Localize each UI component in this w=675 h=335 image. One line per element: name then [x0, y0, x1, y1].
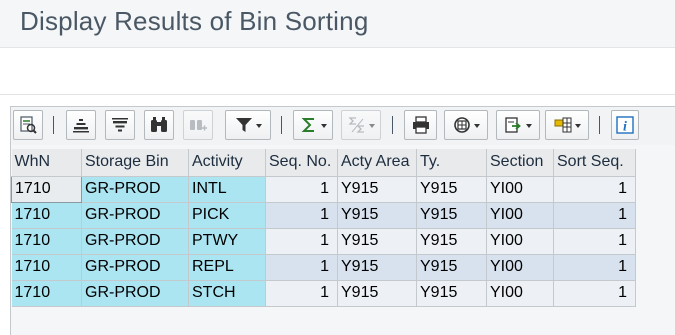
export-button[interactable]: [496, 110, 540, 140]
cell-seq-no[interactable]: 1: [265, 228, 338, 255]
column-header-section[interactable]: Section: [486, 149, 554, 177]
table-row[interactable]: 1710 GR-PROD INTL 1 Y915 Y915 YI00 1: [11, 175, 636, 203]
cell-ty[interactable]: Y915: [416, 202, 487, 229]
details-icon: [20, 116, 37, 134]
svg-text:i: i: [623, 120, 627, 135]
cell-acty-area[interactable]: Y915: [337, 228, 417, 255]
cell-sort-seq[interactable]: 1: [553, 176, 636, 203]
subtotal-button[interactable]: [341, 110, 381, 140]
column-header-activity[interactable]: Activity: [188, 149, 266, 177]
chevron-down-icon: [321, 124, 327, 128]
cell-ty[interactable]: Y915: [416, 176, 487, 203]
cell-section[interactable]: YI00: [486, 202, 554, 229]
cell-sort-seq[interactable]: 1: [553, 202, 636, 229]
chevron-down-icon: [575, 124, 581, 128]
application-toolbar-area: [0, 49, 675, 95]
toolbar-separator: [281, 116, 282, 134]
cell-acty-area[interactable]: Y915: [337, 176, 417, 203]
details-button[interactable]: [13, 110, 43, 140]
table-row[interactable]: 1710 GR-PROD REPL 1 Y915 Y915 YI00 1: [11, 254, 636, 281]
find-button[interactable]: [144, 110, 174, 140]
cell-storage-bin[interactable]: GR-PROD: [81, 280, 189, 307]
cell-section[interactable]: YI00: [486, 176, 554, 203]
sort-descending-button[interactable]: [105, 110, 135, 140]
column-header-sort-seq[interactable]: Sort Seq.: [553, 149, 636, 177]
cell-whn[interactable]: 1710: [11, 228, 82, 255]
cell-section[interactable]: YI00: [486, 280, 554, 307]
cell-acty-area[interactable]: Y915: [337, 202, 417, 229]
find-next-button[interactable]: [183, 110, 213, 140]
cell-whn[interactable]: 1710: [11, 280, 82, 307]
results-table: WhN Storage Bin Activity Seq. No. Acty A…: [11, 149, 636, 307]
cell-activity[interactable]: STCH: [188, 280, 266, 307]
column-header-acty-area[interactable]: Acty Area: [337, 149, 417, 177]
cell-activity[interactable]: PICK: [188, 202, 266, 229]
views-icon: [454, 117, 470, 133]
column-header-seq-no[interactable]: Seq. No.: [265, 149, 338, 177]
cell-section[interactable]: YI00: [486, 228, 554, 255]
total-button[interactable]: [293, 110, 333, 140]
cell-activity[interactable]: REPL: [188, 254, 266, 281]
layout-icon: [554, 117, 572, 133]
column-header-ty[interactable]: Ty.: [416, 149, 487, 177]
filter-button[interactable]: [225, 110, 271, 140]
info-button[interactable]: i: [611, 110, 639, 140]
cell-sort-seq[interactable]: 1: [553, 254, 636, 281]
sort-ascending-button[interactable]: [66, 110, 96, 140]
cell-activity[interactable]: INTL: [188, 176, 266, 203]
binoculars-icon: [151, 117, 167, 132]
sigma-icon: [301, 118, 314, 132]
cell-acty-area[interactable]: Y915: [337, 280, 417, 307]
cell-ty[interactable]: Y915: [416, 228, 487, 255]
cell-activity[interactable]: PTWY: [188, 228, 266, 255]
cell-storage-bin[interactable]: GR-PROD: [81, 176, 189, 203]
cell-section[interactable]: YI00: [486, 254, 554, 281]
cell-seq-no[interactable]: 1: [265, 254, 338, 281]
cell-whn[interactable]: 1710: [11, 254, 82, 281]
table-row[interactable]: 1710 GR-PROD STCH 1 Y915 Y915 YI00 1: [11, 280, 636, 307]
filter-icon: [236, 118, 252, 132]
title-bar: Display Results of Bin Sorting: [0, 0, 675, 48]
cell-seq-no[interactable]: 1: [265, 176, 338, 203]
results-grid: WhN Storage Bin Activity Seq. No. Acty A…: [11, 149, 675, 307]
cell-storage-bin[interactable]: GR-PROD: [81, 254, 189, 281]
cell-acty-area[interactable]: Y915: [337, 254, 417, 281]
column-header-storage-bin[interactable]: Storage Bin: [81, 149, 189, 177]
cell-sort-seq[interactable]: 1: [553, 228, 636, 255]
cell-whn[interactable]: 1710: [11, 202, 82, 229]
cell-whn[interactable]: 1710: [11, 175, 82, 203]
cell-ty[interactable]: Y915: [416, 254, 487, 281]
chevron-down-icon: [369, 124, 375, 128]
toolbar-separator: [53, 116, 54, 134]
table-row[interactable]: 1710 GR-PROD PTWY 1 Y915 Y915 YI00 1: [11, 228, 636, 255]
chevron-down-icon: [474, 124, 480, 128]
alv-toolbar: i: [11, 107, 675, 145]
layout-button[interactable]: [545, 110, 589, 140]
alv-grid: i WhN Storage Bin Activity Seq. No. Acty…: [10, 106, 675, 335]
find-next-icon: [190, 120, 207, 131]
info-icon: i: [616, 116, 634, 135]
cell-storage-bin[interactable]: GR-PROD: [81, 202, 189, 229]
column-header-whn[interactable]: WhN: [11, 149, 82, 177]
printer-icon: [412, 116, 429, 134]
chevron-down-icon: [526, 124, 532, 128]
views-button[interactable]: [444, 110, 488, 140]
cell-ty[interactable]: Y915: [416, 280, 487, 307]
chevron-down-icon: [256, 124, 262, 128]
cell-seq-no[interactable]: 1: [265, 280, 338, 307]
export-icon: [505, 117, 521, 133]
cell-seq-no[interactable]: 1: [265, 202, 338, 229]
sort-ascending-icon: [73, 119, 89, 133]
header-row: WhN Storage Bin Activity Seq. No. Acty A…: [11, 149, 636, 177]
cell-storage-bin[interactable]: GR-PROD: [81, 228, 189, 255]
toolbar-separator: [599, 116, 600, 134]
toolbar-separator: [392, 116, 393, 134]
subtotal-icon: [348, 117, 364, 133]
sort-descending-icon: [112, 118, 128, 132]
print-preview-button[interactable]: [404, 110, 437, 140]
page-title: Display Results of Bin Sorting: [20, 6, 369, 36]
table-row[interactable]: 1710 GR-PROD PICK 1 Y915 Y915 YI00 1: [11, 202, 636, 229]
cell-sort-seq[interactable]: 1: [553, 280, 636, 307]
